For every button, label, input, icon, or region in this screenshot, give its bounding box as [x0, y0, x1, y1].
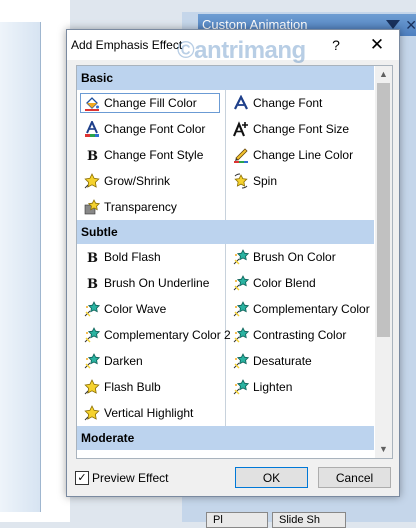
sparkle-star-icon [84, 327, 100, 343]
effect-item-change-font-size[interactable]: Change Font Size [229, 119, 369, 139]
font-size-icon [233, 121, 249, 137]
bold-b-icon: B [84, 275, 100, 291]
effect-item-label: Color Wave [104, 302, 167, 316]
effect-item-label: Bold Flash [104, 250, 161, 264]
font-a-icon [233, 95, 249, 111]
pane-dropdown-icon[interactable] [386, 20, 400, 29]
preview-effect-label: Preview Effect [92, 471, 169, 485]
effect-list: Basic Change Fill Color Change Font Change … [76, 65, 393, 459]
effect-item-label: Change Fill Color [104, 96, 197, 110]
list-scrollbar[interactable]: ▲ ▼ [375, 66, 392, 458]
scroll-down-icon[interactable]: ▼ [375, 441, 392, 458]
effect-item-complementary-color[interactable]: Complementary Color [229, 299, 370, 319]
sparkle-star-icon [84, 353, 100, 369]
spin-star-icon [233, 173, 249, 189]
effect-item-vertical-highlight[interactable]: Vertical Highlight [80, 403, 220, 423]
effect-item-desaturate[interactable]: Desaturate [229, 351, 369, 371]
effect-item-label: Change Font Size [253, 122, 350, 136]
star-icon [84, 379, 100, 395]
bold-b-icon: B [84, 147, 100, 163]
effect-item-color-wave[interactable]: Color Wave [80, 299, 220, 319]
effect-item-label: Grow/Shrink [104, 174, 171, 188]
paint-bucket-icon [84, 95, 100, 111]
ok-button[interactable]: OK [235, 467, 308, 488]
effect-item-label: Change Font [253, 96, 323, 110]
sparkle-star-icon [233, 327, 249, 343]
effect-item-change-line-color[interactable]: Change Line Color [229, 145, 369, 165]
effect-item-label: Darken [104, 354, 143, 368]
pencil-line-icon [233, 147, 249, 163]
effect-item-label: Contrasting Color [253, 328, 347, 342]
effect-item-change-fill-color[interactable]: Change Fill Color [80, 93, 220, 113]
dialog-title: Add Emphasis Effect [71, 38, 183, 52]
effect-item-color-blend[interactable]: Color Blend [229, 273, 369, 293]
add-emphasis-effect-dialog: Add Emphasis Effect ©antrimang ? ✕ Basic… [66, 29, 400, 497]
effect-item-darken[interactable]: Darken [80, 351, 220, 371]
effect-item-label: Desaturate [253, 354, 312, 368]
effect-item-bold-flash[interactable]: B Bold Flash [80, 247, 220, 267]
effect-item-contrasting-color[interactable]: Contrasting Color [229, 325, 369, 345]
effect-item-label: Flash Bulb [104, 380, 161, 394]
slide-show-button[interactable]: Slide Sh [272, 512, 346, 528]
effect-item-complementary-color-2[interactable]: Complementary Color 2 [80, 325, 231, 345]
checkbox-box[interactable]: ✓ [75, 471, 89, 485]
effect-item-brush-on-underline[interactable]: B Brush On Underline [80, 273, 220, 293]
effect-item-brush-on-color[interactable]: Brush On Color [229, 247, 369, 267]
svg-text:B: B [87, 251, 98, 265]
sparkle-star-icon [233, 301, 249, 317]
effect-item-label: Change Font Style [104, 148, 204, 162]
watermark-logo: ©antrimang [177, 37, 306, 64]
sparkle-star-icon [233, 353, 249, 369]
font-color-icon [84, 121, 100, 137]
scroll-up-icon[interactable]: ▲ [375, 66, 392, 83]
cancel-button[interactable]: Cancel [318, 467, 391, 488]
column-divider [225, 90, 226, 220]
effect-item-label: Lighten [253, 380, 293, 394]
help-button[interactable]: ? [323, 34, 349, 56]
effect-item-label: Complementary Color 2 [104, 328, 231, 342]
effect-item-change-font-color[interactable]: Change Font Color [80, 119, 220, 139]
effect-item-label: Brush On Color [253, 250, 336, 264]
close-button[interactable]: ✕ [364, 34, 390, 56]
category-header-subtle: Subtle [77, 220, 374, 244]
effect-item-label: Change Line Color [253, 148, 354, 162]
effect-item-label: Spin [253, 174, 278, 188]
effect-item-label: Transparency [104, 200, 177, 214]
play-button[interactable]: Pl [206, 512, 268, 528]
star-icon [84, 405, 100, 421]
sparkle-star-icon [84, 301, 100, 317]
effect-item-change-font[interactable]: Change Font [229, 93, 369, 113]
effect-item-change-font-style[interactable]: B Change Font Style [80, 145, 220, 165]
star-icon [84, 173, 100, 189]
scroll-thumb[interactable] [377, 83, 390, 337]
svg-text:B: B [87, 149, 98, 163]
bold-b-icon: B [84, 249, 100, 265]
effect-item-flash-bulb[interactable]: Flash Bulb [80, 377, 220, 397]
sparkle-star-icon [233, 249, 249, 265]
effect-item-label: Brush On Underline [104, 276, 210, 290]
pane-close-icon[interactable]: ✕ [405, 14, 416, 36]
effect-item-lighten[interactable]: Lighten [229, 377, 369, 397]
effect-list-content: Basic Change Fill Color Change Font Change … [77, 66, 374, 458]
transparency-star-icon [84, 199, 100, 215]
dialog-titlebar: Add Emphasis Effect ©antrimang ? ✕ [67, 30, 399, 64]
effect-item-grow-shrink[interactable]: Grow/Shrink [80, 171, 220, 191]
effect-item-label: Color Blend [253, 276, 316, 290]
svg-text:B: B [87, 277, 98, 291]
effect-item-label: Change Font Color [104, 122, 206, 136]
sparkle-star-icon [233, 275, 249, 291]
sparkle-star-icon [233, 379, 249, 395]
effect-item-label: Vertical Highlight [104, 406, 194, 420]
category-header-basic: Basic [77, 66, 374, 90]
effect-item-label: Complementary Color [253, 302, 370, 316]
slide-thumbnail [0, 22, 41, 512]
effect-item-spin[interactable]: Spin [229, 171, 369, 191]
category-header-moderate: Moderate [77, 426, 374, 450]
effect-item-transparency[interactable]: Transparency [80, 197, 220, 217]
